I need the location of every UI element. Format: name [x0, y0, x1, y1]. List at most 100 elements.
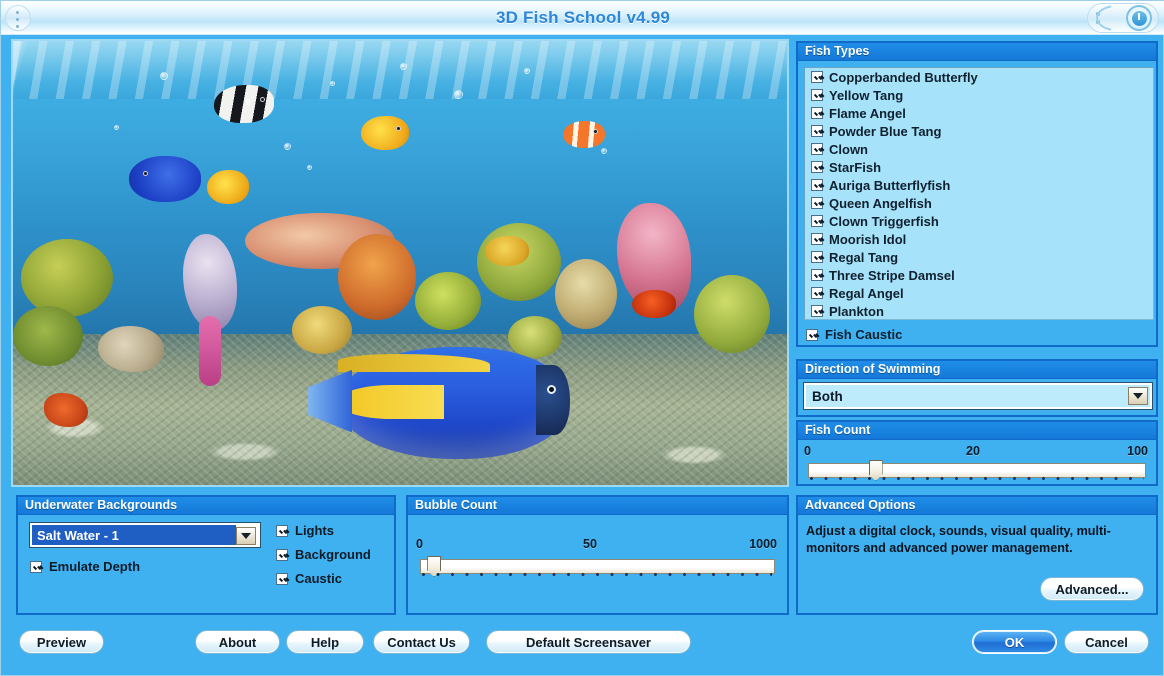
caustic-checkbox[interactable]: Caustic	[276, 571, 342, 586]
lights-checkbox[interactable]: Lights	[276, 523, 334, 538]
direction-header: Direction of Swimming	[798, 361, 1156, 379]
lights-label: Lights	[295, 523, 334, 538]
preview-button[interactable]: Preview	[19, 630, 104, 654]
checkbox-icon[interactable]	[811, 251, 823, 263]
bubble-count-max-label: 1000	[749, 537, 777, 551]
fish-count-panel: Fish Count 0 20 100	[796, 420, 1158, 486]
fish-type-item[interactable]: Flame Angel	[805, 104, 1153, 122]
cancel-button[interactable]: Cancel	[1064, 630, 1149, 654]
fish-type-item[interactable]: Yellow Tang	[805, 86, 1153, 104]
aquarium-scene	[13, 41, 787, 485]
underwater-backgrounds-panel: Underwater Backgrounds Salt Water - 1 Em…	[16, 495, 396, 615]
fish-type-item[interactable]: Regal Angel	[805, 284, 1153, 302]
fish-type-item[interactable]: Clown Triggerfish	[805, 212, 1153, 230]
coral-cluster	[554, 259, 617, 330]
fish-type-item[interactable]: Three Stripe Damsel	[805, 266, 1153, 284]
default-screensaver-button[interactable]: Default Screensaver	[486, 630, 691, 654]
contact-us-button[interactable]: Contact Us	[373, 630, 470, 654]
fish-regal-tang	[485, 236, 530, 267]
fish-types-panel: Fish Types Copperbanded Butterfly Yellow …	[796, 41, 1158, 347]
fish-count-min-label: 0	[804, 444, 811, 458]
checkbox-icon	[30, 560, 42, 573]
fish-type-label: Three Stripe Damsel	[829, 267, 955, 283]
background-select[interactable]: Salt Water - 1	[29, 522, 261, 548]
bubble-count-min-label: 0	[416, 537, 423, 551]
fish-count-mid-label: 20	[966, 444, 980, 458]
checkbox-icon[interactable]	[811, 197, 823, 209]
fish-type-item[interactable]: Queen Angelfish	[805, 194, 1153, 212]
fish-type-item[interactable]: Moorish Idol	[805, 230, 1153, 248]
fish-caustic-label: Fish Caustic	[825, 327, 903, 342]
fish-type-item[interactable]: Auriga Butterflyfish	[805, 176, 1153, 194]
coral-cluster	[20, 238, 113, 317]
help-button[interactable]: Help	[286, 630, 364, 654]
fish-type-item[interactable]: Powder Blue Tang	[805, 122, 1153, 140]
checkbox-icon[interactable]	[811, 143, 823, 155]
emulate-depth-checkbox[interactable]: Emulate Depth	[30, 559, 140, 574]
checkbox-icon[interactable]	[811, 215, 823, 227]
checkbox-icon[interactable]	[811, 233, 823, 245]
background-checkbox[interactable]: Background	[276, 547, 371, 562]
fish-type-label: Flame Angel	[829, 105, 906, 121]
fish-type-label: Yellow Tang	[829, 87, 904, 103]
checkbox-icon[interactable]	[811, 179, 823, 191]
fish-type-label: Moorish Idol	[829, 231, 907, 247]
aquarium-preview[interactable]	[11, 39, 789, 487]
fish-yellow-tang	[206, 169, 249, 204]
fish-type-label: Clown Triggerfish	[829, 213, 939, 229]
bubble-count-slider-track[interactable]	[420, 559, 775, 574]
fish-count-slider-track[interactable]	[808, 463, 1146, 478]
fish-type-item[interactable]: Copperbanded Butterfly	[805, 68, 1153, 86]
fish-caustic-checkbox[interactable]: Fish Caustic	[806, 327, 902, 342]
fish-count-max-label: 100	[1127, 444, 1148, 458]
background-label: Background	[295, 547, 371, 562]
checkbox-icon[interactable]	[811, 161, 823, 173]
power-symbol-icon	[1131, 10, 1147, 26]
bubble-count-mid-label: 50	[583, 537, 597, 551]
checkbox-icon	[276, 524, 288, 537]
checkbox-icon[interactable]	[811, 107, 823, 119]
checkbox-icon[interactable]	[811, 269, 823, 281]
fish-type-label: Clown	[829, 141, 868, 157]
background-selected-value: Salt Water - 1	[32, 525, 236, 545]
fish-type-item[interactable]: Clown	[805, 140, 1153, 158]
starfish	[43, 393, 88, 428]
caustic-label: Caustic	[295, 571, 342, 586]
checkbox-icon[interactable]	[811, 287, 823, 299]
power-waves-icon[interactable]	[1087, 3, 1159, 33]
ok-button[interactable]: OK	[972, 630, 1057, 654]
chevron-down-icon[interactable]	[236, 527, 256, 545]
chevron-down-icon[interactable]	[1128, 387, 1148, 405]
fish-flame-angel	[632, 289, 677, 318]
bubble-count-ticks	[422, 573, 772, 578]
checkbox-icon[interactable]	[811, 305, 823, 317]
about-button[interactable]: About	[195, 630, 280, 654]
checkbox-icon[interactable]	[811, 125, 823, 137]
fish-types-list[interactable]: Copperbanded Butterfly Yellow Tang Flame A…	[804, 67, 1154, 320]
bubble	[245, 98, 252, 105]
coral-cluster	[415, 272, 482, 331]
bubble-count-header: Bubble Count	[408, 497, 787, 515]
fish-type-item[interactable]: Regal Tang	[805, 248, 1153, 266]
fish-powder-blue-tang	[129, 156, 202, 203]
fish-types-header: Fish Types	[798, 43, 1156, 61]
fish-type-item[interactable]: StarFish	[805, 158, 1153, 176]
fish-type-item[interactable]: Plankton	[805, 302, 1153, 319]
checkbox-icon	[276, 572, 288, 585]
coral-cluster	[98, 326, 165, 373]
fish-moorish-idol	[214, 85, 275, 124]
bubble	[601, 147, 608, 154]
direction-select[interactable]: Both	[803, 382, 1153, 410]
checkbox-icon[interactable]	[811, 89, 823, 101]
fish-type-label: Plankton	[829, 303, 884, 319]
fish-type-label: Regal Angel	[829, 285, 904, 301]
checkbox-icon	[806, 328, 818, 341]
direction-of-swimming-panel: Direction of Swimming Both	[796, 359, 1158, 417]
title-bar: 3D Fish School v4.99	[1, 1, 1164, 35]
fish-yellow-tang	[361, 116, 410, 151]
checkbox-icon[interactable]	[811, 71, 823, 83]
advanced-button[interactable]: Advanced...	[1040, 577, 1144, 601]
fish-type-label: StarFish	[829, 159, 882, 175]
fish-type-label: Powder Blue Tang	[829, 123, 942, 139]
fish-type-label: Queen Angelfish	[829, 195, 932, 211]
